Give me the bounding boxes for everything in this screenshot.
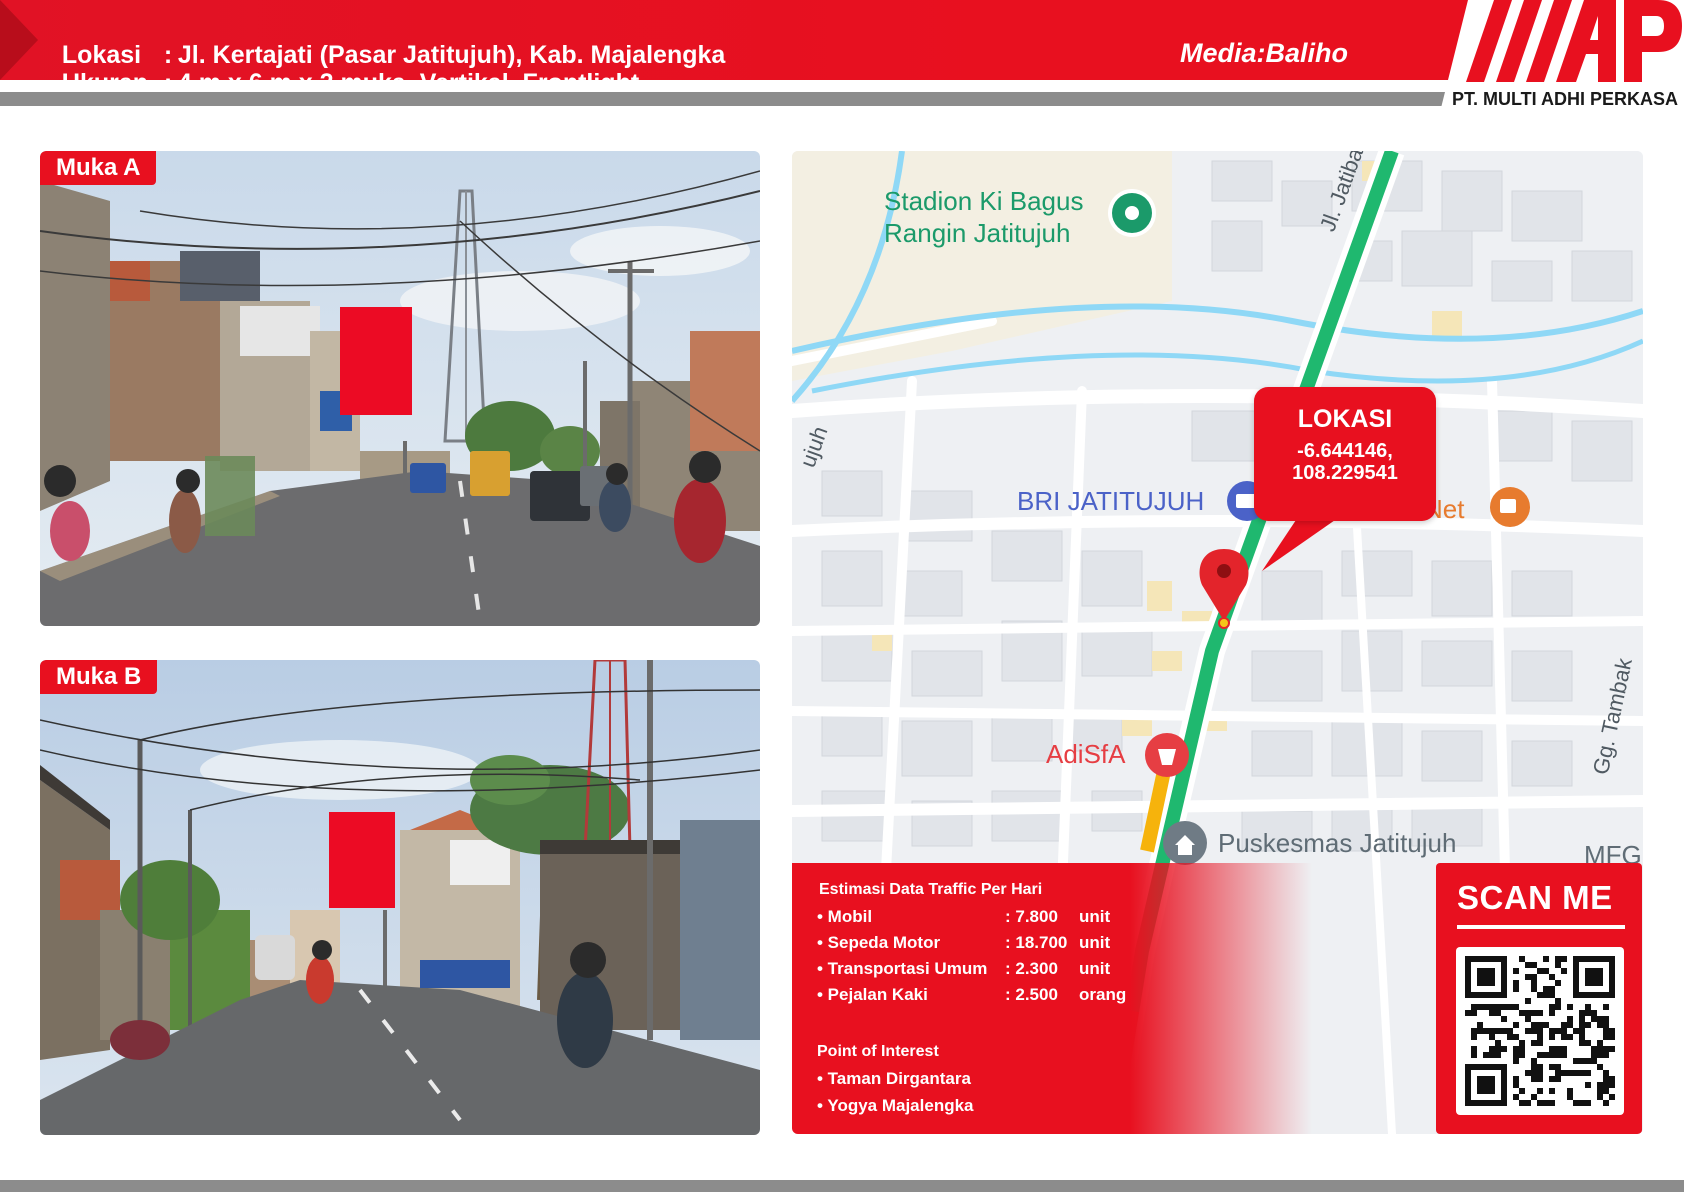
company-name: PT. MULTI ADHI PERKASA [1452,89,1679,109]
traffic-row: • Pejalan Kaki : 2.500 orang [817,985,1126,1005]
billboard-placement-b [329,812,395,908]
qr-code-icon [1465,956,1615,1106]
media-label: Media [1180,38,1257,68]
photo-muka-b: Muka B [40,660,760,1135]
map-label-adisfa: AdiSfA [1046,739,1126,769]
traffic-unit: orang [1079,985,1127,1004]
traffic-name: • Mobil [817,907,873,926]
company-logo [1466,0,1682,82]
traffic-unit: unit [1079,907,1111,926]
traffic-title: Estimasi Data Traffic Per Hari [819,881,1043,898]
traffic-unit: unit [1079,959,1111,978]
media-line: Media:Baliho [1180,38,1348,69]
media-value: Baliho [1265,38,1349,68]
footer-grey-band [0,1180,1684,1192]
ukuran-line: Ukuran:4 m x 6 m x 2 muka, Vertikal, Fro… [48,40,639,98]
poi-title: Point of Interest [817,1043,939,1060]
map-label-puskesmas: Puskesmas Jatitujuh [1218,828,1457,858]
photo-tag-muka-a: Muka A [40,151,157,185]
header-arrow-decoration [0,0,38,80]
traffic-row: • Mobil : 7.800 unit [817,907,1110,927]
photo-muka-a: Muka A [40,151,760,626]
photo-tag-muka-b: Muka B [40,660,158,694]
qr-code[interactable] [1456,947,1624,1115]
traffic-name: • Sepeda Motor [817,933,941,952]
traffic-unit: unit [1079,933,1111,952]
media-colon: : [1256,38,1266,68]
location-map[interactable]: Stadion Ki Bagus Rangin Jatitujuh Jl. Ja… [792,151,1643,1134]
traffic-value: : 2.500 [1005,985,1058,1004]
stadion-label-line1: Stadion Ki Bagus [884,186,1084,216]
traffic-row: • Transportasi Umum : 2.300 unit [817,959,1110,979]
scan-me-title: SCAN ME [1457,879,1613,916]
traffic-panel: Estimasi Data Traffic Per Hari • Mobil : … [792,863,1312,1134]
traffic-row: • Sepeda Motor : 18.700 unit [817,933,1110,953]
scan-me-underline [1457,925,1625,929]
location-callout: LOKASI -6.644146, 108.229541 [1254,387,1436,521]
stadion-label-line2: Rangin Jatitujuh [884,218,1071,248]
location-title: LOKASI [1297,405,1393,433]
poi-item: • Yogya Majalengka [817,1096,974,1115]
location-latitude: -6.644146, [1297,440,1393,462]
map-label-stadion: Stadion Ki Bagus Rangin Jatitujuh [884,185,1083,249]
traffic-value: : 7.800 [1005,907,1058,926]
street-photo-b [40,660,760,1135]
traffic-value: : 2.300 [1005,959,1058,978]
billboard-placement-a [340,307,412,415]
location-longitude: 108.229541 [1292,462,1398,484]
header-grey-band [0,92,1684,106]
traffic-name: • Pejalan Kaki [817,985,928,1004]
poi-item: • Taman Dirgantara [817,1069,971,1088]
map-label-bri: BRI JATITUJUH [1017,486,1205,516]
scan-me-panel: SCAN ME [1436,863,1642,1134]
traffic-value: : 18.700 [1005,933,1068,952]
traffic-name: • Transportasi Umum [817,959,988,978]
